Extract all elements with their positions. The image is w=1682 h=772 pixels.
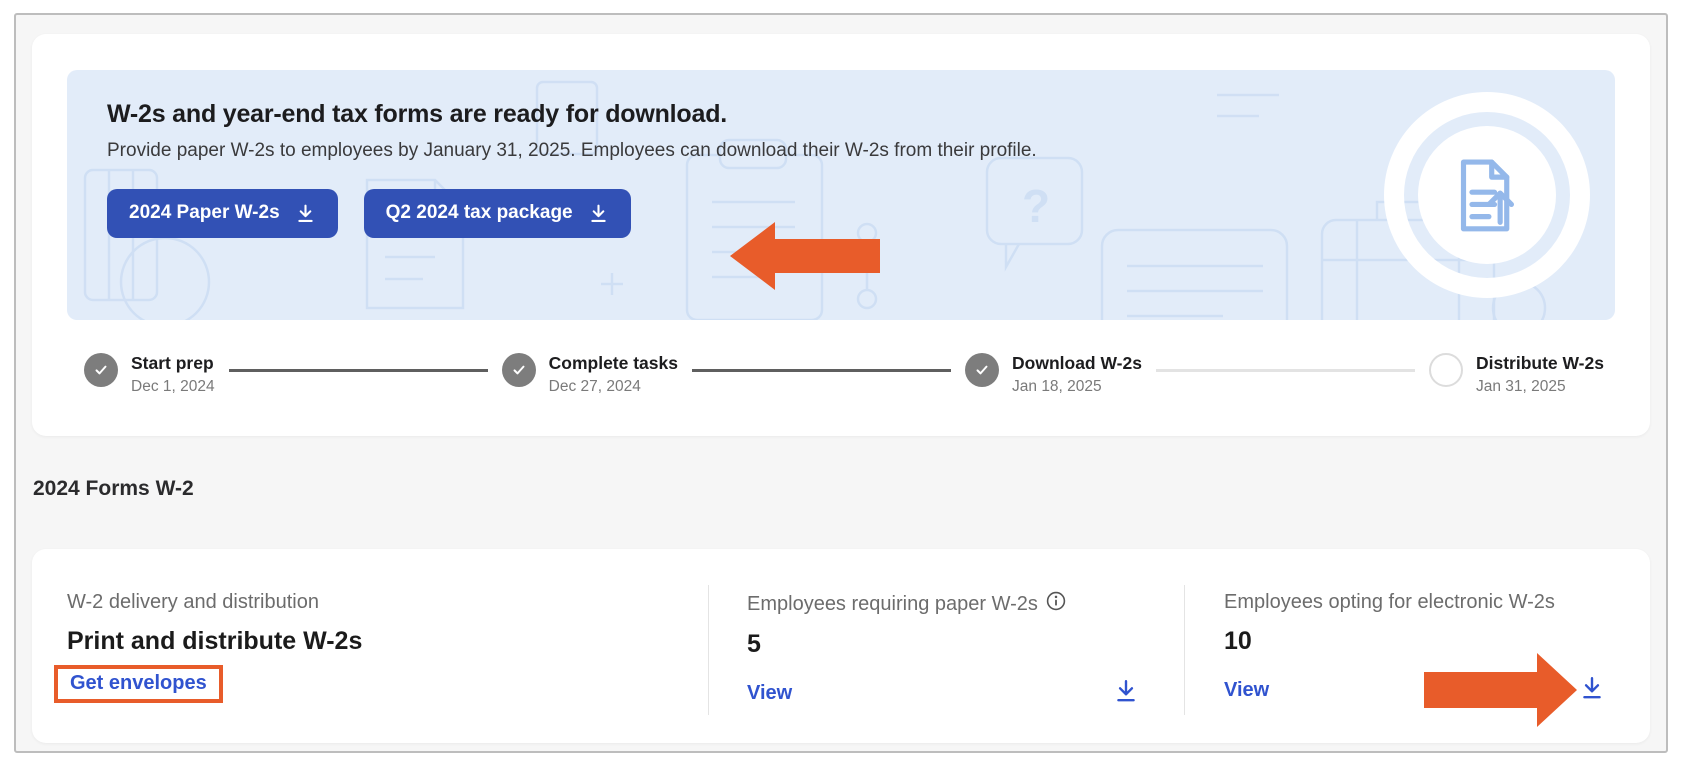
step-label: Download W-2s (1012, 353, 1142, 373)
step-date: Jan 18, 2025 (1012, 378, 1142, 396)
timeline-connector-complete (229, 369, 488, 372)
q2-tax-package-button-label: Q2 2024 tax package (386, 202, 573, 224)
check-circle-icon (502, 353, 536, 387)
timeline-step-distribute-w2s: Distribute W-2s Jan 31, 2025 (1429, 353, 1604, 396)
electronic-w2s-label: Employees opting for electronic W-2s (1224, 591, 1555, 614)
w2-ready-banner: ? W-2s and year-end tax forms are ready … (67, 70, 1615, 320)
q2-tax-package-download-button[interactable]: Q2 2024 tax package (364, 189, 631, 238)
paper-w2s-download-icon[interactable] (1113, 678, 1139, 709)
paper-w2s-download-button[interactable]: 2024 Paper W-2s (107, 189, 338, 238)
step-date: Dec 27, 2024 (549, 378, 678, 396)
electronic-w2s-view-link[interactable]: View (1224, 679, 1269, 702)
section-heading-2024-forms-w2: 2024 Forms W-2 (33, 477, 194, 501)
info-icon[interactable] (1046, 591, 1066, 617)
app-frame: ? W-2s and year-end tax forms are ready … (14, 13, 1668, 753)
banner-button-row: 2024 Paper W-2s Q2 2024 tax package (107, 189, 1615, 238)
timeline-step-start-prep: Start prep Dec 1, 2024 (84, 353, 215, 396)
pending-circle-icon (1429, 353, 1463, 387)
electronic-w2s-count: 10 (1224, 627, 1605, 656)
delivery-column: W-2 delivery and distribution Print and … (32, 549, 708, 743)
timeline-connector-pending (1156, 369, 1415, 372)
get-envelopes-link[interactable]: Get envelopes (70, 672, 207, 694)
download-icon (295, 203, 316, 224)
get-envelopes-highlight-box: Get envelopes (54, 665, 223, 703)
check-circle-icon (965, 353, 999, 387)
paper-w2s-button-label: 2024 Paper W-2s (129, 202, 280, 224)
paper-w2s-count: 5 (747, 630, 1139, 659)
tax-forms-banner-card: ? W-2s and year-end tax forms are ready … (32, 34, 1650, 436)
delivery-title: Print and distribute W-2s (67, 627, 708, 656)
step-label: Start prep (131, 353, 215, 373)
paper-w2s-label: Employees requiring paper W-2s (747, 593, 1038, 616)
check-circle-icon (84, 353, 118, 387)
delivery-label: W-2 delivery and distribution (67, 591, 708, 614)
banner-title: W-2s and year-end tax forms are ready fo… (107, 100, 1615, 129)
banner-subtitle: Provide paper W-2s to employees by Janua… (107, 140, 1615, 162)
w2-stats-card: W-2 delivery and distribution Print and … (32, 549, 1650, 743)
w2-progress-timeline: Start prep Dec 1, 2024 Complete tasks De… (32, 353, 1650, 396)
timeline-connector-complete (692, 369, 951, 372)
electronic-w2s-column: Employees opting for electronic W-2s 10 … (1185, 549, 1650, 743)
step-date: Jan 31, 2025 (1476, 378, 1604, 396)
step-label: Distribute W-2s (1476, 353, 1604, 373)
timeline-step-download-w2s: Download W-2s Jan 18, 2025 (965, 353, 1142, 396)
download-icon (588, 203, 609, 224)
electronic-w2s-download-icon[interactable] (1579, 675, 1605, 706)
step-label: Complete tasks (549, 353, 678, 373)
timeline-step-complete-tasks: Complete tasks Dec 27, 2024 (502, 353, 678, 396)
paper-w2s-column: Employees requiring paper W-2s 5 View (709, 549, 1184, 743)
step-date: Dec 1, 2024 (131, 378, 215, 396)
paper-w2s-view-link[interactable]: View (747, 682, 792, 705)
